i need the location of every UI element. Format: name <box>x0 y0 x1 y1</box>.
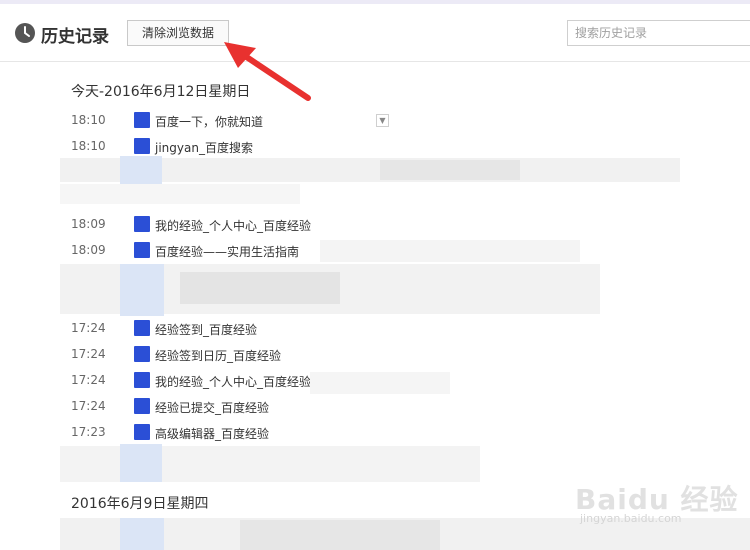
entry-title[interactable]: jingyan_百度搜索 <box>155 139 253 156</box>
entry-time: 17:24 <box>71 399 106 413</box>
obscured-region <box>320 240 580 262</box>
day-heading-today: 今天-2016年6月12日星期日 <box>71 84 251 100</box>
chevron-down-icon[interactable]: ▼ <box>376 114 389 127</box>
obscured-region <box>120 264 164 316</box>
entry-time: 17:24 <box>71 347 106 361</box>
baidu-paw-icon <box>134 346 150 362</box>
history-entry[interactable]: 18:10 百度一下，你就知道 ▼ <box>0 108 750 134</box>
obscured-region <box>380 160 520 180</box>
entry-time: 17:24 <box>71 321 106 335</box>
obscured-region <box>120 444 162 482</box>
entry-title[interactable]: 我的经验_个人中心_百度经验 <box>155 373 311 390</box>
entry-title[interactable]: 百度经验——实用生活指南 <box>155 243 299 260</box>
obscured-region <box>120 518 164 550</box>
history-entry[interactable]: 17:24 经验签到_百度经验 <box>0 316 750 342</box>
history-entry[interactable]: 17:23 高级编辑器_百度经验 <box>0 420 750 446</box>
baidu-paw-icon <box>134 320 150 336</box>
entry-title[interactable]: 经验签到日历_百度经验 <box>155 347 281 364</box>
entry-time: 18:10 <box>71 139 106 153</box>
history-entry[interactable]: 18:09 我的经验_个人中心_百度经验 <box>0 212 750 238</box>
clear-browsing-data-button[interactable]: 清除浏览数据 <box>127 20 229 46</box>
obscured-region <box>60 184 300 204</box>
day-heading: 2016年6月9日星期四 <box>71 496 209 512</box>
baidu-paw-icon <box>134 424 150 440</box>
entry-title[interactable]: 经验签到_百度经验 <box>155 321 257 338</box>
obscured-region <box>180 272 340 304</box>
search-history-input[interactable] <box>567 20 750 46</box>
baidu-paw-icon <box>134 138 150 154</box>
baidu-paw-icon <box>134 112 150 128</box>
entry-title[interactable]: 我的经验_个人中心_百度经验 <box>155 217 311 234</box>
entry-title[interactable]: 百度一下，你就知道 <box>155 113 263 130</box>
entry-time: 17:23 <box>71 425 106 439</box>
history-header: 历史记录 清除浏览数据 <box>0 4 750 62</box>
entry-title[interactable]: 经验已提交_百度经验 <box>155 399 269 416</box>
baidu-paw-icon <box>134 216 150 232</box>
page-title: 历史记录 <box>41 27 109 47</box>
baidu-paw-icon <box>134 372 150 388</box>
entry-time: 18:10 <box>71 113 106 127</box>
baidu-paw-icon <box>134 398 150 414</box>
obscured-region <box>240 520 440 550</box>
entry-time: 18:09 <box>71 243 106 257</box>
obscured-region <box>120 156 162 184</box>
history-entry[interactable]: 18:10 jingyan_百度搜索 <box>0 134 750 160</box>
baidu-paw-icon <box>134 242 150 258</box>
history-entry[interactable]: 17:24 经验已提交_百度经验 <box>0 394 750 420</box>
history-entry[interactable]: 17:24 经验签到日历_百度经验 <box>0 342 750 368</box>
entry-time: 17:24 <box>71 373 106 387</box>
obscured-region <box>310 372 450 394</box>
entry-time: 18:09 <box>71 217 106 231</box>
watermark-url: jingyan.baidu.com <box>580 512 682 525</box>
entry-title[interactable]: 高级编辑器_百度经验 <box>155 425 269 442</box>
clock-icon <box>15 23 35 43</box>
